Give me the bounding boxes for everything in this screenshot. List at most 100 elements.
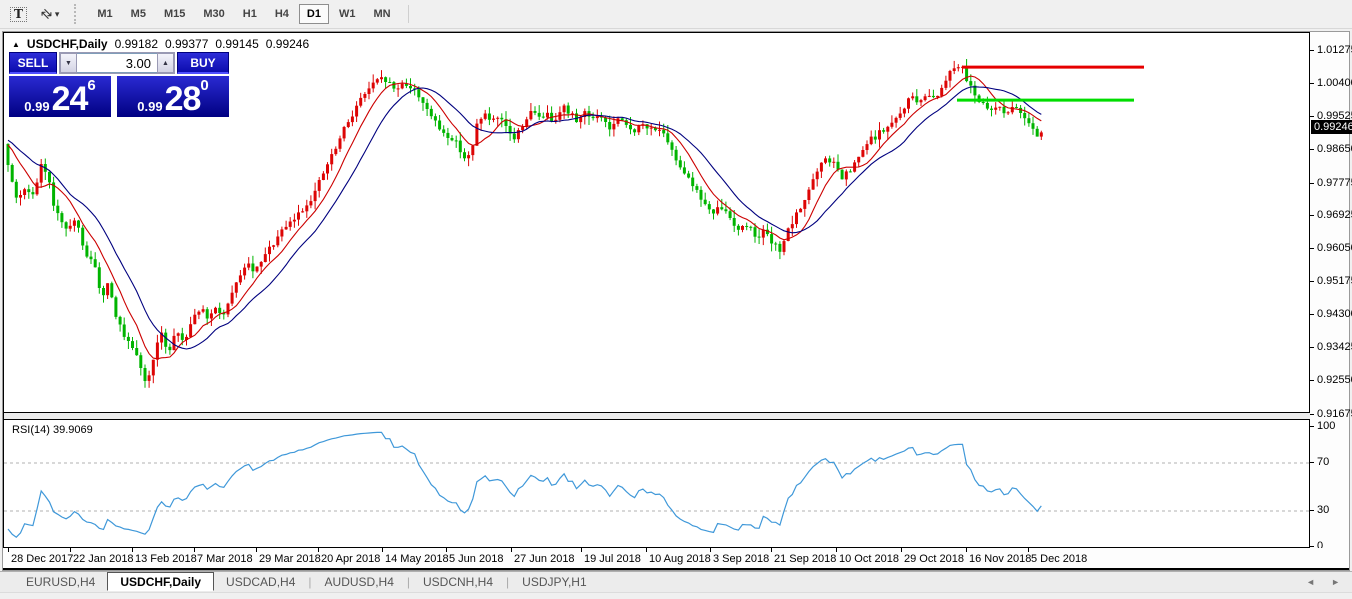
timeframe-button-M5[interactable]: M5 [123,4,154,24]
date-tick-label: 28 Dec 2017 [11,553,73,565]
price-tick [1310,116,1314,117]
rsi-scale-tick [1310,462,1314,463]
toolbar-divider [408,5,409,23]
date-tick-label: 5 Dec 2018 [1031,553,1087,565]
timeframe-group: M1M5M15M30H1H4D1W1MN [88,4,399,24]
date-tick-label: 10 Oct 2018 [839,553,899,565]
timeframe-button-M1[interactable]: M1 [89,4,120,24]
tab-USDCNH-H4[interactable]: USDCNH,H4 [411,574,505,590]
timeframe-button-M30[interactable]: M30 [195,4,232,24]
timeframe-button-MN[interactable]: MN [365,4,398,24]
date-tick-label: 27 Jun 2018 [514,553,575,565]
buy-price-display[interactable]: 0.99 28 0 [117,76,229,117]
sell-button[interactable]: SELL [9,52,57,74]
chevron-down-icon: ▾ [55,9,60,20]
buy-price-pip: 0 [200,77,208,94]
rsi-scale-tick [1310,426,1314,427]
low-value: 0.99145 [215,37,258,51]
date-tick-label: 22 Jan 2018 [73,553,134,565]
date-tick [581,548,582,552]
timeframe-button-D1[interactable]: D1 [299,4,329,24]
tab-scroll-arrows: ◄ ► [1306,577,1340,587]
rsi-chart [4,420,1309,547]
tab-scroll-right-icon[interactable]: ► [1331,577,1340,587]
top-toolbar: T ⇄▾ M1M5M15M30H1H4D1W1MN [0,0,1352,29]
volume-spinner: ▼ 3.00 ▲ [59,52,175,74]
date-tick-label: 29 Oct 2018 [904,553,964,565]
trade-panel-top-row: SELL ▼ 3.00 ▲ BUY [9,52,229,74]
date-tick [901,548,902,552]
sell-price-prefix: 0.99 [24,99,49,114]
sell-price-display[interactable]: 0.99 24 6 [9,76,111,117]
date-tick [318,548,319,552]
chart-body: ▲ USDCHF,Daily 0.99182 0.99377 0.99145 0… [3,32,1349,570]
timeframe-button-H1[interactable]: H1 [235,4,265,24]
date-tick [132,548,133,552]
one-click-trade-panel: SELL ▼ 3.00 ▲ BUY 0.99 24 6 [9,52,229,117]
tab-separator: | [308,575,311,589]
tab-EURUSD-H4[interactable]: EURUSD,H4 [14,574,107,590]
timeframe-button-W1[interactable]: W1 [331,4,364,24]
time-axis[interactable]: 28 Dec 201722 Jan 201813 Feb 20187 Mar 2… [3,548,1349,570]
text-tool-button[interactable]: T [3,2,34,26]
rsi-pane[interactable]: RSI(14) 39.9069 [3,419,1310,548]
price-tick-label: 0.96050 [1317,242,1352,254]
buy-price-big: 28 [165,84,201,114]
price-tick [1310,215,1314,216]
price-tick-label: 0.98650 [1317,143,1352,155]
price-tick [1310,347,1314,348]
price-tick [1310,414,1314,415]
date-tick [771,548,772,552]
date-tick [646,548,647,552]
price-tick [1310,380,1314,381]
tab-USDJPY-H1[interactable]: USDJPY,H1 [510,574,598,590]
rsi-scale-tick [1310,510,1314,511]
date-tick [446,548,447,552]
collapse-icon[interactable]: ▲ [12,40,20,49]
tab-separator: | [506,575,509,589]
timeframe-button-H4[interactable]: H4 [267,4,297,24]
rsi-line [8,432,1041,537]
tab-scroll-left-icon[interactable]: ◄ [1306,577,1315,587]
date-tick-label: 3 Sep 2018 [713,553,769,565]
price-tick-label: 0.96925 [1317,209,1352,221]
date-tick [194,548,195,552]
date-tick [256,548,257,552]
price-tick-label: 0.94300 [1317,308,1352,320]
price-tick [1310,314,1314,315]
date-tick [511,548,512,552]
date-tick-label: 13 Feb 2018 [135,553,197,565]
date-tick-label: 5 Jun 2018 [449,553,503,565]
trade-panel-price-row: 0.99 24 6 0.99 28 0 [9,76,229,117]
price-tick [1310,83,1314,84]
date-tick [70,548,71,552]
price-tick [1310,183,1314,184]
price-tick-label: 1.00400 [1317,77,1352,89]
toolbar-grip[interactable] [74,4,82,24]
date-tick [710,548,711,552]
rsi-scale-label: 70 [1317,456,1329,468]
date-tick [1028,548,1029,552]
volume-increase-button[interactable]: ▲ [157,53,174,73]
buy-price-prefix: 0.99 [137,99,162,114]
chart-tabs: EURUSD,H4USDCHF,DailyUSDCAD,H4|AUDUSD,H4… [0,571,1352,592]
volume-decrease-button[interactable]: ▼ [60,53,77,73]
buy-button[interactable]: BUY [177,52,229,74]
tab-USDCAD-H4[interactable]: USDCAD,H4 [214,574,307,590]
price-axis[interactable]: 1.012751.004000.995250.986500.977750.969… [1310,32,1349,570]
date-tick [8,548,9,552]
tab-USDCHF-Daily[interactable]: USDCHF,Daily [107,572,214,591]
tab-AUDUSD-H4[interactable]: AUDUSD,H4 [313,574,406,590]
price-tick [1310,248,1314,249]
draw-tool-button[interactable]: ⇄▾ [34,2,66,26]
date-tick-label: 20 Apr 2018 [321,553,380,565]
price-tick-label: 1.01275 [1317,44,1352,56]
sell-price-pip: 6 [87,77,95,94]
volume-field[interactable]: 3.00 [77,53,157,73]
open-value: 0.99182 [115,37,158,51]
close-value: 0.99246 [266,37,309,51]
price-tick-label: 0.97775 [1317,177,1352,189]
price-pane[interactable]: ▲ USDCHF,Daily 0.99182 0.99377 0.99145 0… [3,32,1310,413]
timeframe-button-M15[interactable]: M15 [156,4,193,24]
date-tick-label: 21 Sep 2018 [774,553,836,565]
